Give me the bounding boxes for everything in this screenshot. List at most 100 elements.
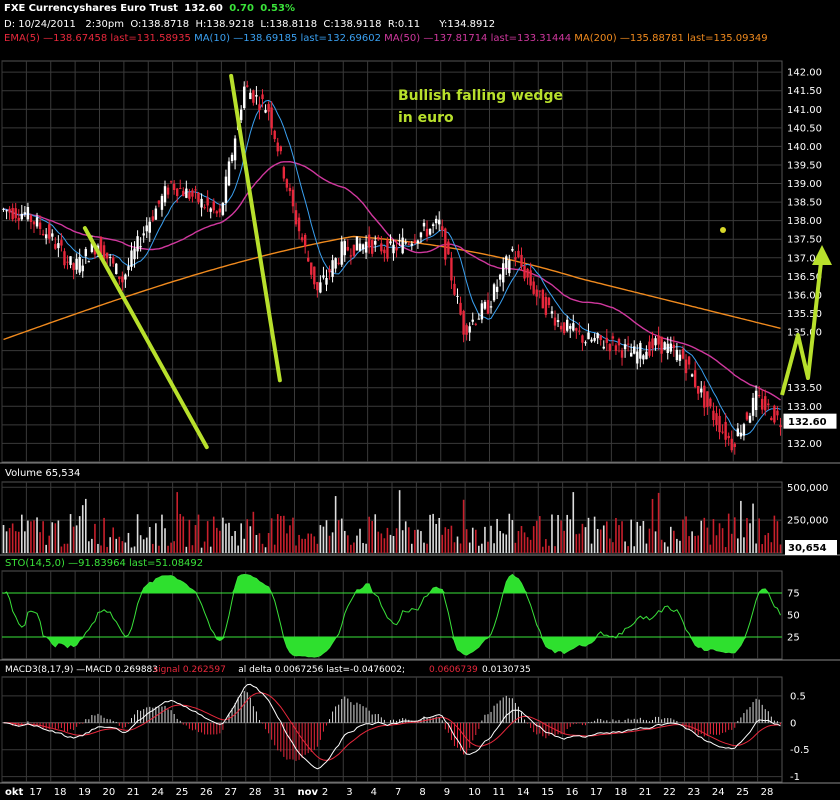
price-axis-tick-label: 135.00 xyxy=(787,328,822,339)
volume-bar xyxy=(420,531,422,553)
volume-bar xyxy=(706,527,709,553)
volume-bar xyxy=(276,514,279,553)
candle-body xyxy=(724,421,727,440)
annotation-subtitle: in euro xyxy=(398,110,454,126)
candle-body xyxy=(108,257,112,259)
volume-bar xyxy=(109,537,111,553)
candle-body xyxy=(751,397,755,416)
volume-bar xyxy=(417,529,419,553)
volume-bar xyxy=(334,496,337,553)
volume-bar xyxy=(243,538,246,553)
volume-axis-tick-label: 500,000 xyxy=(787,483,828,494)
volume-bar xyxy=(609,538,611,553)
price-axis-tick-label: 137.50 xyxy=(787,235,822,246)
candle-body xyxy=(51,233,54,237)
volume-bar xyxy=(188,519,191,553)
price-axis-tick-label: 133.50 xyxy=(787,383,822,394)
price-axis-tick-label: 141.50 xyxy=(787,86,822,97)
volume-bar xyxy=(374,514,377,553)
volume-bar xyxy=(212,516,215,553)
volume-bar xyxy=(33,520,35,553)
candle-body xyxy=(742,424,746,436)
candle-body xyxy=(151,216,155,221)
volume-bar xyxy=(359,528,361,553)
candle-body xyxy=(252,90,255,103)
volume-bar xyxy=(343,530,346,553)
volume-bar xyxy=(97,543,99,553)
x-axis-date-label: 26 xyxy=(200,787,213,798)
candle-body xyxy=(72,263,75,271)
candle-body xyxy=(547,297,551,306)
volume-bar xyxy=(142,539,145,553)
candle-body xyxy=(602,346,605,349)
volume-bar xyxy=(383,538,386,553)
volume-bar xyxy=(478,545,480,553)
volume-bar xyxy=(246,519,249,553)
candle-body xyxy=(626,343,630,345)
volume-bar xyxy=(724,547,727,553)
volume-bar xyxy=(502,533,505,553)
volume-bar xyxy=(749,523,751,553)
candle-body xyxy=(352,244,356,256)
candle-body xyxy=(121,276,124,283)
volume-bar xyxy=(737,538,739,553)
volume-bar xyxy=(566,514,568,553)
volume-bar xyxy=(322,526,325,553)
x-axis-date-label: 16 xyxy=(566,787,579,798)
candle-body xyxy=(541,289,545,309)
candle-body xyxy=(322,275,325,278)
volume-bar xyxy=(88,541,90,553)
volume-bar xyxy=(270,518,273,553)
volume-bar xyxy=(258,533,261,553)
candle-body xyxy=(532,281,535,294)
candle-body xyxy=(325,277,328,285)
volume-bar xyxy=(456,536,459,553)
candle-body xyxy=(486,300,490,314)
volume-bar xyxy=(426,543,428,553)
candle-body xyxy=(760,398,764,410)
volume-bar xyxy=(465,529,468,553)
candle-body xyxy=(748,415,752,423)
candle-body xyxy=(172,183,176,191)
candle-body xyxy=(438,219,441,225)
candle-body xyxy=(11,207,14,220)
candle-body xyxy=(115,263,118,274)
volume-bar xyxy=(538,516,541,553)
candle-body xyxy=(684,359,688,374)
candle-body xyxy=(404,242,407,244)
volume-bar xyxy=(295,545,297,553)
candle-body xyxy=(578,330,581,332)
volume-bar xyxy=(621,521,623,553)
annotation-dot xyxy=(720,227,726,233)
candle-body xyxy=(401,237,404,254)
volume-bar xyxy=(752,503,754,553)
x-axis-date-label: okt xyxy=(5,787,24,798)
volume-bar xyxy=(481,543,483,553)
x-axis-date-label: 2 xyxy=(322,787,328,798)
volume-bar xyxy=(602,525,605,553)
candle-body xyxy=(316,282,319,291)
candle-body xyxy=(282,167,286,179)
candle-body xyxy=(221,202,225,215)
candle-body xyxy=(422,222,426,227)
candle-body xyxy=(648,341,651,356)
volume-bar xyxy=(340,518,343,553)
volume-bar xyxy=(660,539,663,553)
x-axis-date-label: 24 xyxy=(712,787,725,798)
candle-body xyxy=(666,343,669,354)
candle-body xyxy=(364,241,368,253)
volume-bar xyxy=(474,529,477,553)
volume-bar xyxy=(575,534,578,553)
x-axis-date-label: 11 xyxy=(493,787,506,798)
candle-body xyxy=(654,338,657,346)
price-chart[interactable]: 132.00132.50133.00133.50135.00135.50136.… xyxy=(0,0,840,800)
stochastic-axis-tick-label: 25 xyxy=(787,633,800,644)
volume-bar xyxy=(273,544,276,553)
candle-body xyxy=(276,142,279,152)
volume-bar xyxy=(764,535,767,553)
volume-bar xyxy=(563,530,565,553)
volume-bar xyxy=(45,544,47,553)
candle-body xyxy=(441,226,444,231)
price-axis-tick-label: 133.00 xyxy=(787,402,822,413)
x-axis-date-label: 15 xyxy=(541,787,554,798)
